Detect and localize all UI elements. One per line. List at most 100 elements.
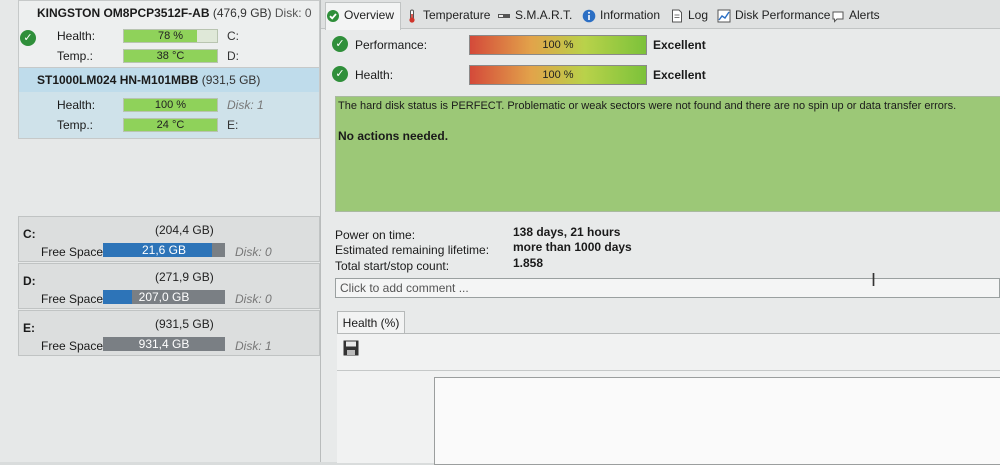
tab-smart[interactable]: S.M.A.R.T. [497, 3, 572, 27]
partition-size: (204,4 GB) [155, 223, 214, 237]
health-bar: 78 % [123, 29, 218, 43]
status-action-text: No actions needed. [338, 129, 449, 143]
tab-label: Alerts [849, 8, 880, 22]
disk-health-row: ✓ Health: 78 % C: [19, 29, 319, 47]
tab-label: Overview [344, 8, 395, 22]
tab-health-percent[interactable]: Health (%) [337, 311, 405, 334]
disk-temp-row: Temp.: 24 °C E: [19, 118, 319, 136]
health-value: 100 % [154, 99, 187, 111]
free-space-label: Free Space [41, 245, 104, 259]
disk-name: ST1000LM024 HN-M101MBB [37, 73, 199, 87]
temp-bar: 38 °C [123, 49, 218, 63]
alerts-icon [832, 11, 844, 23]
disk-size: (476,9 GB) [212, 6, 272, 20]
tab-label: Log [688, 8, 709, 22]
performance-rating: Excellent [653, 38, 706, 52]
check-circle-icon: ✓ [20, 30, 36, 46]
info-icon [582, 9, 596, 23]
temp-label: Temp.: [57, 49, 94, 63]
tab-label: Temperature [423, 8, 491, 22]
lifetime-label: Estimated remaining lifetime: [335, 243, 490, 257]
drive-letter: E: [227, 118, 239, 132]
disk-entry-kingston[interactable]: KINGSTON OM8PCP3512F-AB (476,9 GB) Disk:… [18, 0, 320, 68]
performance-row: ✓ Performance: 100 % Excellent [329, 35, 989, 57]
health-bar: 100 % [123, 98, 218, 112]
partition-size: (271,9 GB) [155, 270, 214, 284]
health-label: Health: [355, 68, 394, 82]
comment-input[interactable]: Click to add comment ... [335, 278, 1000, 298]
check-circle-icon: ✓ [332, 36, 348, 52]
disk-number: Disk: 1 [227, 98, 264, 112]
status-text: The hard disk status is PERFECT. Problem… [338, 100, 957, 112]
partition-disk: Disk: 0 [235, 245, 272, 259]
health-row: ✓ Health: 100 % Excellent [329, 65, 989, 87]
temp-label: Temp.: [57, 118, 94, 132]
disk-number: Disk: 0 [274, 6, 312, 20]
chart-divider [337, 370, 1000, 371]
log-icon [672, 9, 682, 23]
partition-letter: C: [23, 227, 36, 241]
check-circle-icon: ✓ [332, 66, 348, 82]
status-message-box: The hard disk status is PERFECT. Problem… [335, 96, 1000, 212]
health-chart-panel [337, 333, 1000, 465]
free-space-value: 21,6 GB [141, 243, 187, 257]
performance-icon [717, 9, 731, 23]
disk-title: ST1000LM024 HN-M101MBB (931,5 GB) [19, 68, 319, 92]
smart-icon [498, 13, 510, 18]
temp-value: 24 °C [156, 119, 185, 131]
lifetime-value: more than 1000 days [513, 240, 632, 254]
temp-bar: 24 °C [123, 118, 218, 132]
health-label: Health: [57, 29, 96, 43]
disk-size: (931,5 GB) [201, 73, 261, 87]
tab-temperature[interactable]: Temperature [405, 3, 490, 27]
disk-temp-row: Temp.: 38 °C D: [19, 49, 319, 67]
disk-entry-seagate[interactable]: ST1000LM024 HN-M101MBB (931,5 GB) Health… [18, 67, 320, 139]
drive-letter: D: [227, 49, 239, 63]
tab-disk-performance[interactable]: Disk Performance [717, 3, 830, 27]
tab-label: S.M.A.R.T. [515, 8, 573, 22]
partition-disk: Disk: 1 [235, 339, 272, 353]
power-on-label: Power on time: [335, 228, 416, 242]
start-stop-label: Total start/stop count: [335, 259, 450, 273]
health-chart-area [434, 377, 1000, 465]
health-bar: 100 % [469, 65, 647, 85]
tab-bar: Overview Temperature S.M.A.R.T. Informat… [321, 0, 1000, 30]
tab-label: Disk Performance [735, 8, 831, 22]
partition-c[interactable]: C: (204,4 GB) Free Space 21,6 GB Disk: 0 [18, 216, 320, 262]
free-space-value: 931,4 GB [138, 337, 190, 351]
free-space-label: Free Space [41, 292, 104, 306]
free-space-bar: 21,6 GB [103, 243, 225, 257]
disk-health-row: Health: 100 % Disk: 1 [19, 98, 319, 116]
free-space-bar: 207,0 GB [103, 290, 225, 304]
free-space-label: Free Space [41, 339, 104, 353]
free-space-value: 207,0 GB [138, 290, 190, 304]
details-pane: Overview Temperature S.M.A.R.T. Informat… [321, 0, 1000, 465]
save-icon[interactable] [343, 340, 359, 356]
health-value: 78 % [157, 30, 184, 42]
temp-value: 38 °C [156, 50, 185, 62]
partition-letter: D: [23, 274, 36, 288]
partition-size: (931,5 GB) [155, 317, 214, 331]
tab-alerts[interactable]: Alerts [831, 3, 880, 27]
partition-e[interactable]: E: (931,5 GB) Free Space 931,4 GB Disk: … [18, 310, 320, 356]
disk-title: KINGSTON OM8PCP3512F-AB (476,9 GB) Disk:… [19, 1, 319, 25]
health-label: Health: [57, 98, 96, 112]
drive-letter: C: [227, 29, 239, 43]
disk-name: KINGSTON OM8PCP3512F-AB [37, 6, 210, 20]
performance-bar: 100 % [469, 35, 647, 55]
tab-label: Information [600, 8, 661, 22]
disk-list-pane: KINGSTON OM8PCP3512F-AB (476,9 GB) Disk:… [0, 0, 321, 462]
health-value: 100 % [542, 69, 574, 81]
text-cursor-icon: I [871, 270, 877, 290]
thermometer-icon [409, 9, 415, 23]
partition-letter: E: [23, 321, 35, 335]
tab-information[interactable]: Information [582, 3, 660, 27]
partition-disk: Disk: 0 [235, 292, 272, 306]
free-space-bar: 931,4 GB [103, 337, 225, 351]
power-on-value: 138 days, 21 hours [513, 225, 621, 239]
tab-overview[interactable]: Overview [325, 2, 401, 30]
performance-value: 100 % [542, 39, 574, 51]
tab-log[interactable]: Log [670, 3, 708, 27]
partition-d[interactable]: D: (271,9 GB) Free Space 207,0 GB Disk: … [18, 263, 320, 309]
overview-icon [327, 9, 339, 22]
